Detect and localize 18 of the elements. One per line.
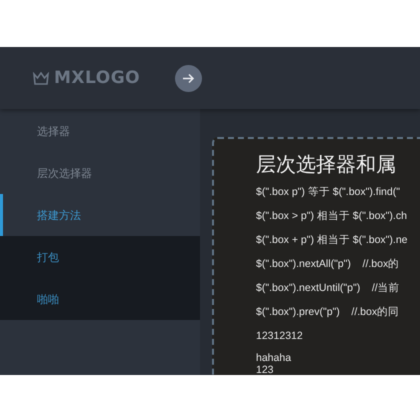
crown-icon — [33, 72, 49, 84]
logo-text: MXLOGO — [54, 68, 140, 88]
code-line: $(".box").nextAll("p") //.box的 — [256, 257, 400, 272]
code-line: $(".box").prev("p") //.box的同 — [256, 305, 400, 320]
code-line: $(".box + p") 相当于 $(".box").ne — [256, 233, 409, 248]
arrow-right-icon — [182, 72, 195, 84]
text-line: 123 — [256, 364, 275, 375]
sidebar-item[interactable]: 选择器 — [0, 110, 200, 152]
code-line: $(".box p") 等于 $(".box").find(" — [256, 185, 401, 200]
arrow-button[interactable] — [175, 64, 202, 92]
content-title: 层次选择器和属 — [256, 151, 397, 178]
submenu-item[interactable]: 啪啪 — [0, 278, 200, 320]
text-line: hahaha — [256, 352, 292, 364]
sidebar-item[interactable]: 层次选择器 — [0, 152, 200, 194]
code-line: $(".box > p") 相当于 $(".box").ch — [256, 209, 408, 224]
submenu-item[interactable]: 打包 — [0, 236, 200, 278]
code-line: $(".box").nextUntil("p") //当前 — [256, 281, 401, 296]
code-line: 12312312 — [256, 329, 304, 344]
